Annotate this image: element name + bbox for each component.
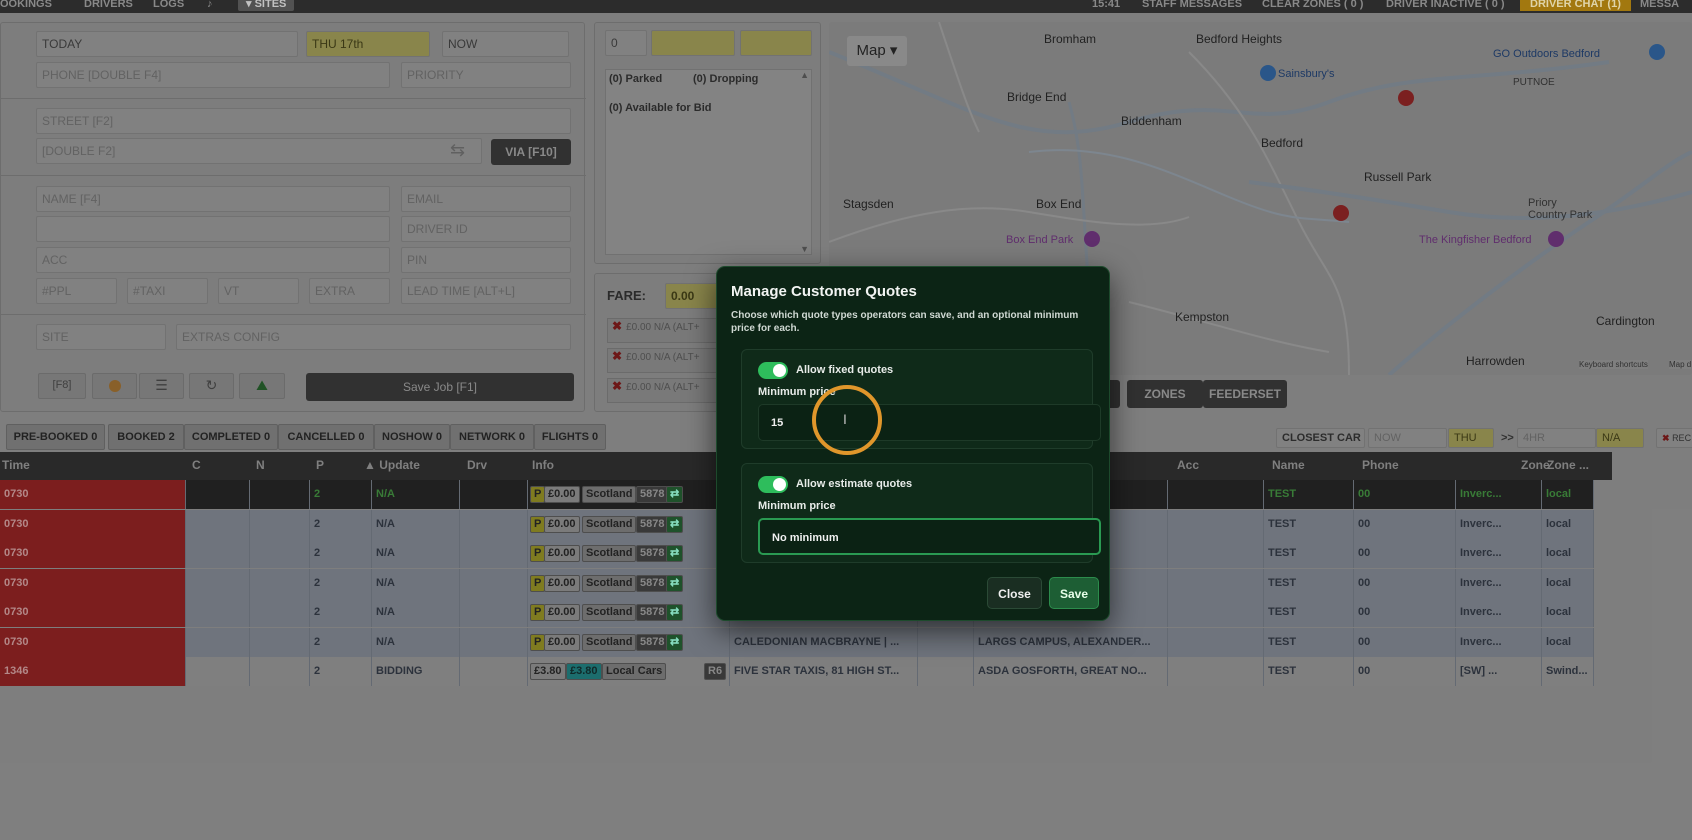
estimate-quotes-section: Allow estimate quotes Minimum price No m… bbox=[741, 463, 1101, 563]
dialog-subtitle: Choose which quote types operators can s… bbox=[731, 310, 1079, 334]
save-button[interactable]: Save bbox=[1049, 577, 1099, 609]
close-button[interactable]: Close bbox=[987, 577, 1042, 609]
estimate-min-price-label: Minimum price bbox=[758, 500, 836, 512]
estimate-quotes-toggle[interactable] bbox=[758, 476, 788, 493]
click-highlight-ring bbox=[812, 385, 882, 455]
manage-quotes-dialog: Manage Customer Quotes Choose which quot… bbox=[716, 266, 1110, 621]
fixed-quotes-toggle[interactable] bbox=[758, 362, 788, 379]
text-cursor-icon: I bbox=[843, 411, 847, 427]
dialog-title: Manage Customer Quotes bbox=[731, 283, 917, 300]
fixed-quotes-label: Allow fixed quotes bbox=[796, 364, 894, 376]
fixed-quotes-section: Allow fixed quotes Minimum price 15 bbox=[741, 349, 1101, 449]
app-window: OOKINGS DRIVERS LOGS ♪ ▾ SITES 15:41 STA… bbox=[0, 0, 1692, 840]
estimate-min-price-input[interactable]: No minimum bbox=[758, 518, 1101, 555]
estimate-quotes-label: Allow estimate quotes bbox=[796, 478, 913, 490]
fixed-min-price-input[interactable]: 15 bbox=[758, 404, 1101, 441]
